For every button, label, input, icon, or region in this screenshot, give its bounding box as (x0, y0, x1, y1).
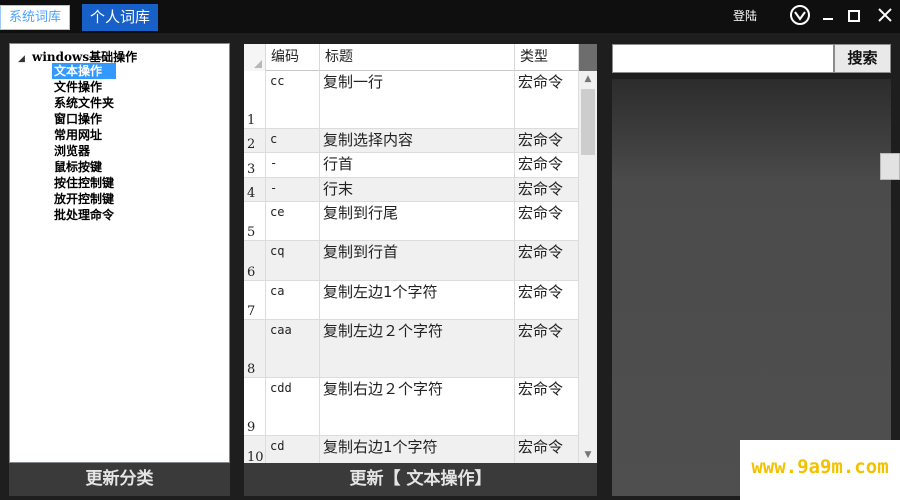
cell-code[interactable]: ca (266, 281, 320, 319)
tree-item-browser[interactable]: 浏览器 (52, 143, 116, 159)
cell-type[interactable]: 宏命令 (515, 320, 579, 377)
close-icon[interactable] (873, 4, 897, 28)
maximize-icon[interactable] (842, 4, 866, 28)
scroll-up-arrow-icon[interactable]: ▲ (579, 71, 597, 87)
table-row[interactable]: 9 cdd 复制右边２个字符 宏命令 (244, 378, 579, 436)
cell-type[interactable]: 宏命令 (515, 178, 579, 201)
minimize-icon[interactable] (816, 4, 840, 28)
cell-type[interactable]: 宏命令 (515, 71, 579, 128)
tree-item-release-control-key[interactable]: 放开控制键 (52, 191, 116, 207)
cell-type[interactable]: 宏命令 (515, 281, 579, 319)
cell-title[interactable]: 复制右边1个字符 (320, 436, 515, 463)
cell-code[interactable]: caa (266, 320, 320, 377)
row-number: 3 (244, 153, 266, 177)
table-row[interactable]: 8 caa 复制左边２个字符 宏命令 (244, 320, 579, 378)
cell-title[interactable]: 复制到行尾 (320, 202, 515, 240)
cell-code[interactable]: c (266, 129, 320, 152)
cell-type[interactable]: 宏命令 (515, 436, 579, 463)
header-scroll-corner (579, 44, 597, 71)
cell-type[interactable]: 宏命令 (515, 153, 579, 177)
row-number: 6 (244, 241, 266, 280)
cell-title[interactable]: 复制左边２个字符 (320, 320, 515, 377)
tree-item-common-urls[interactable]: 常用网址 (52, 127, 116, 143)
tree-item-text-ops[interactable]: 文本操作 (52, 63, 117, 79)
command-grid[interactable]: 编码 标题 类型 1 cc 复制一行 宏命令 2 c 复制选择内容 宏命令 3 … (244, 44, 597, 463)
select-all-corner[interactable] (244, 44, 266, 71)
row-number: 10 (244, 436, 266, 463)
table-row[interactable]: 3 - 行首 宏命令 (244, 153, 579, 178)
row-number: 8 (244, 320, 266, 377)
cell-type[interactable]: 宏命令 (515, 202, 579, 240)
grid-vertical-scrollbar[interactable]: ▲ ▼ (579, 71, 597, 463)
tree-item-window-ops[interactable]: 窗口操作 (52, 111, 116, 127)
row-number: 2 (244, 129, 266, 152)
tree-item-system-folders[interactable]: 系统文件夹 (52, 95, 116, 111)
search-button[interactable]: 搜索 (834, 44, 891, 73)
cell-type[interactable]: 宏命令 (515, 378, 579, 435)
row-number: 4 (244, 178, 266, 201)
category-tree[interactable]: ◢ windows基础操作 文本操作 文件操作 系统文件夹 窗口操作 常用网址 浏… (9, 43, 230, 463)
scrollbar-thumb[interactable] (581, 89, 595, 155)
grid-rows: 1 cc 复制一行 宏命令 2 c 复制选择内容 宏命令 3 - 行首 宏命令 … (244, 71, 579, 463)
column-header-type[interactable]: 类型 (515, 44, 579, 71)
update-text-ops-button[interactable]: 更新【 文本操作】 (244, 463, 597, 496)
cell-code[interactable]: cq (266, 241, 320, 280)
logo-icon[interactable] (788, 4, 812, 28)
tree-item-batch-commands[interactable]: 批处理命令 (52, 207, 116, 223)
search-input[interactable] (612, 44, 834, 73)
table-row[interactable]: 1 cc 复制一行 宏命令 (244, 71, 579, 129)
table-row[interactable]: 5 ce 复制到行尾 宏命令 (244, 202, 579, 241)
table-row[interactable]: 4 - 行末 宏命令 (244, 178, 579, 202)
cell-title[interactable]: 复制一行 (320, 71, 515, 128)
cell-code[interactable]: ce (266, 202, 320, 240)
cell-code[interactable]: - (266, 153, 320, 177)
row-number: 5 (244, 202, 266, 240)
row-number: 9 (244, 378, 266, 435)
update-category-button[interactable]: 更新分类 (9, 463, 230, 496)
preview-panel (612, 79, 891, 496)
cell-code[interactable]: cd (266, 436, 320, 463)
table-row[interactable]: 2 c 复制选择内容 宏命令 (244, 129, 579, 153)
login-link[interactable]: 登陆 (733, 7, 757, 24)
tab-system-dictionary[interactable]: 系统词库 (0, 5, 71, 30)
tree-item-hold-control-key[interactable]: 按住控制键 (52, 175, 116, 191)
grid-header: 编码 标题 类型 (244, 44, 597, 71)
cell-title[interactable]: 行末 (320, 178, 515, 201)
row-number: 7 (244, 281, 266, 319)
title-bar: 系统词库 个人词库 登陆 (0, 0, 900, 33)
watermark-text: www.9a9m.com (751, 456, 889, 478)
watermark: www.9a9m.com (740, 440, 900, 500)
cell-title[interactable]: 复制左边1个字符 (320, 281, 515, 319)
side-expand-tab[interactable] (880, 153, 900, 180)
tree-root-label: windows基础操作 (32, 50, 138, 64)
column-header-code[interactable]: 编码 (266, 44, 320, 71)
scroll-down-arrow-icon[interactable]: ▼ (579, 447, 597, 463)
cell-title[interactable]: 行首 (320, 153, 515, 177)
cell-code[interactable]: - (266, 178, 320, 201)
tree-item-mouse-keys[interactable]: 鼠标按键 (52, 159, 116, 175)
tree-item-file-ops[interactable]: 文件操作 (52, 79, 116, 95)
cell-title[interactable]: 复制选择内容 (320, 129, 515, 152)
cell-code[interactable]: cdd (266, 378, 320, 435)
column-header-title[interactable]: 标题 (320, 44, 515, 71)
table-row[interactable]: 7 ca 复制左边1个字符 宏命令 (244, 281, 579, 320)
cell-type[interactable]: 宏命令 (515, 241, 579, 280)
cell-title[interactable]: 复制右边２个字符 (320, 378, 515, 435)
table-row[interactable]: 6 cq 复制到行首 宏命令 (244, 241, 579, 281)
cell-code[interactable]: cc (266, 71, 320, 128)
row-number: 1 (244, 71, 266, 128)
cell-title[interactable]: 复制到行首 (320, 241, 515, 280)
expand-arrow-icon[interactable]: ◢ (18, 54, 28, 64)
tree-children: 文本操作 文件操作 系统文件夹 窗口操作 常用网址 浏览器 鼠标按键 按住控制键… (52, 63, 117, 223)
tab-personal-dictionary[interactable]: 个人词库 (82, 4, 159, 31)
cell-type[interactable]: 宏命令 (515, 129, 579, 152)
table-row[interactable]: 10 cd 复制右边1个字符 宏命令 (244, 436, 579, 463)
